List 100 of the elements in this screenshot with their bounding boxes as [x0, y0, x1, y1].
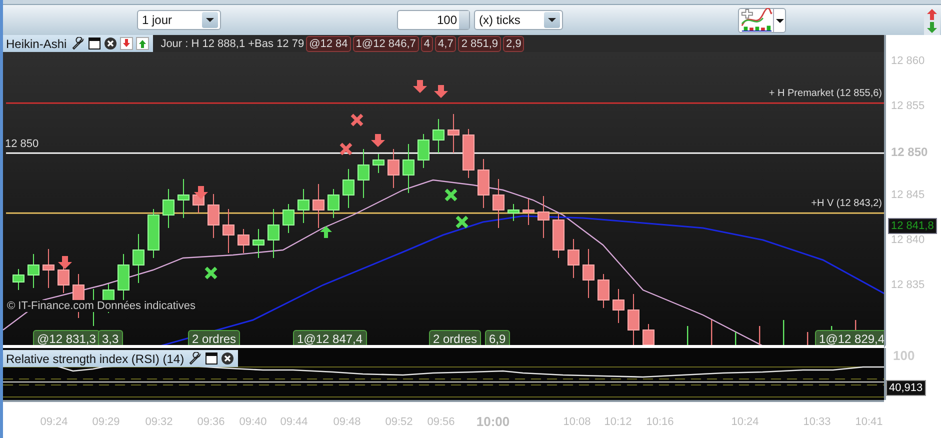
order-tag[interactable]: 2 ordres	[188, 330, 240, 345]
candlestick	[598, 274, 610, 308]
time-tick-label: 09:36	[196, 416, 226, 428]
order-tag[interactable]: 2 ordres	[429, 330, 482, 345]
order-tag[interactable]: 4,7	[435, 36, 456, 52]
wrench-icon[interactable]	[72, 37, 85, 50]
candlestick	[522, 198, 534, 226]
cross-icon	[350, 113, 364, 127]
down-arrow-icon[interactable]	[120, 37, 133, 50]
candlestick	[432, 118, 444, 154]
cross-icon	[204, 266, 218, 280]
cross-icon	[339, 142, 353, 156]
indicator-button[interactable]	[738, 8, 786, 32]
candlestick	[448, 114, 460, 154]
time-tick-label: 09:40	[238, 416, 268, 428]
copyright-notice: © IT-Finance.com Données indicatives	[5, 300, 198, 312]
candlestick	[298, 188, 310, 224]
down-arrow-icon	[434, 85, 448, 98]
order-tag[interactable]: 6,9	[485, 330, 510, 345]
wrench-icon[interactable]	[189, 352, 202, 365]
time-tick-label: 10:08	[562, 416, 592, 428]
candlestick	[711, 320, 712, 345]
candlestick	[238, 228, 250, 254]
order-tag[interactable]: @12 831,3	[33, 330, 100, 345]
time-tick-label: 09:52	[384, 416, 414, 428]
down-arrow-icon	[371, 134, 385, 147]
price-level-label: +H V (12 843,2)	[811, 198, 882, 209]
candlestick	[208, 194, 220, 238]
candlestick	[148, 208, 160, 258]
order-tag[interactable]: 3,3	[98, 330, 123, 345]
price-tick-label: 12 835	[891, 279, 925, 291]
rsi-title: Relative strength index (RSI) (14)	[6, 352, 184, 366]
time-tick-label: 09:29	[91, 416, 121, 428]
candlestick	[582, 248, 594, 298]
indicator-chart-icon	[740, 8, 773, 32]
candlestick	[402, 144, 414, 194]
last-price-label: 12 841,8	[888, 218, 937, 234]
time-tick-label: 09:44	[279, 416, 309, 428]
order-tag[interactable]: 2,9	[503, 36, 524, 52]
window-icon[interactable]	[205, 352, 218, 365]
cross-icon	[444, 188, 458, 202]
order-tag[interactable]: 2 851,9	[458, 36, 502, 52]
spin-arrows-icon	[459, 11, 469, 29]
time-tick-label: 09:24	[39, 416, 69, 428]
caret-icon	[772, 8, 785, 32]
price-tick-label: 12 840	[891, 234, 925, 246]
time-tick-label: 10:12	[603, 416, 633, 428]
time-tick-label: 10:00	[475, 414, 511, 429]
candlestick	[282, 204, 294, 234]
order-tag[interactable]: 1@12 846,7	[352, 36, 419, 52]
price-tick-label: 12 860	[891, 55, 925, 67]
candlestick	[222, 208, 234, 254]
down-arrow-icon	[58, 256, 72, 269]
order-tag[interactable]: 1@12 829,4	[815, 330, 884, 345]
cross-icon	[455, 215, 469, 229]
candlestick	[759, 326, 760, 345]
candlestick	[735, 332, 736, 345]
price-tick-label: 12 855	[891, 100, 925, 112]
time-tick-label: 10:24	[730, 416, 760, 428]
window-icon[interactable]	[88, 37, 101, 50]
close-icon[interactable]	[221, 352, 234, 365]
down-arrow-icon	[413, 80, 427, 93]
time-tick-label: 10:33	[802, 416, 832, 428]
candlestick	[252, 228, 264, 258]
close-icon[interactable]	[104, 37, 117, 50]
order-tag[interactable]: @12 84	[306, 36, 351, 52]
candlestick	[492, 178, 504, 228]
candlestick	[687, 326, 688, 345]
time-tick-label: 10:41	[854, 416, 884, 428]
price-level-label: + H Premarket (12 855,6)	[768, 88, 882, 99]
candlestick	[162, 188, 174, 228]
tick-unit-dropdown[interactable]: (x) ticks	[474, 10, 563, 30]
candlestick	[508, 204, 520, 222]
candlestick	[312, 184, 324, 228]
candlestick	[418, 134, 430, 168]
time-tick-label: 10:16	[645, 416, 675, 428]
candlestick	[28, 254, 40, 288]
price-tick-label: 12 845	[891, 189, 925, 201]
up-arrow-icon[interactable]	[136, 37, 149, 50]
up-arrow-icon	[320, 226, 332, 238]
candlestick	[388, 148, 400, 188]
candlestick	[268, 208, 280, 258]
candlestick	[42, 248, 54, 288]
candlestick	[807, 332, 808, 345]
candlestick	[358, 148, 370, 198]
candlestick	[328, 188, 340, 218]
rsi-value-label: 40,913	[886, 380, 926, 396]
candlestick	[628, 294, 640, 345]
candlestick	[132, 234, 144, 284]
order-tag[interactable]: 4	[420, 36, 434, 52]
candlestick	[12, 268, 24, 290]
candlestick	[178, 178, 190, 218]
time-tick-label: 09:32	[144, 416, 174, 428]
period-dropdown[interactable]: 1 jour	[137, 10, 221, 30]
order-tag[interactable]: 1@12 847,4	[293, 330, 367, 345]
chart-title: Heikin-Ashi	[6, 36, 67, 50]
price-level-label: 12 850	[5, 138, 39, 150]
candlestick	[568, 238, 580, 278]
tick-count-spinbox[interactable]: 100	[397, 10, 470, 30]
candlestick	[538, 196, 550, 238]
